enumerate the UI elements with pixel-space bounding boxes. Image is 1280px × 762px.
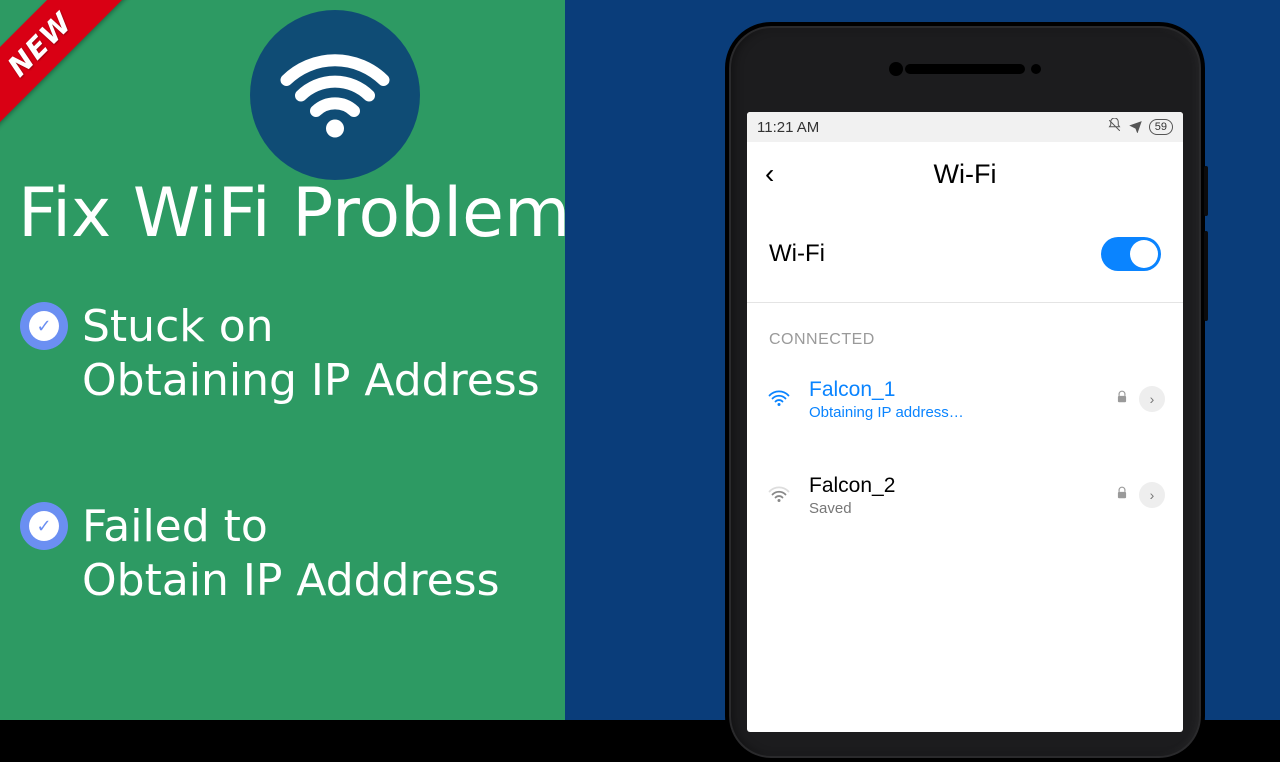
network-name: Falcon_1 bbox=[809, 377, 1099, 402]
sensor-icon bbox=[1031, 64, 1041, 74]
battery-indicator: 59 bbox=[1149, 119, 1173, 135]
mute-icon bbox=[1107, 118, 1122, 136]
airplane-icon bbox=[1128, 118, 1143, 136]
camera-icon bbox=[889, 62, 903, 76]
phone-screen: 11:21 AM 59 ‹ Wi-Fi Wi-Fi CONNECTED bbox=[747, 112, 1183, 732]
phone-side-button bbox=[1204, 231, 1208, 321]
network-row[interactable]: Falcon_1 Obtaining IP address… › bbox=[747, 363, 1183, 435]
bullet-item: ✓ Stuck on Obtaining IP Address bbox=[20, 300, 540, 407]
check-icon: ✓ bbox=[20, 302, 68, 350]
check-icon: ✓ bbox=[20, 502, 68, 550]
back-button[interactable]: ‹ bbox=[765, 160, 774, 188]
speaker bbox=[905, 64, 1025, 74]
phone-top bbox=[729, 26, 1201, 112]
lock-icon bbox=[1115, 486, 1129, 505]
detail-button[interactable]: › bbox=[1139, 482, 1165, 508]
bullet-item: ✓ Failed to Obtain IP Adddress bbox=[20, 500, 500, 607]
section-label: CONNECTED bbox=[747, 303, 1183, 363]
wifi-toggle[interactable] bbox=[1101, 237, 1161, 271]
heading: Fix WiFi Problem bbox=[18, 180, 570, 248]
wifi-icon bbox=[250, 10, 420, 180]
phone-frame: 11:21 AM 59 ‹ Wi-Fi Wi-Fi CONNECTED bbox=[725, 22, 1205, 762]
wifi-signal-icon bbox=[765, 387, 793, 411]
wifi-signal-icon bbox=[765, 483, 793, 507]
wifi-toggle-label: Wi-Fi bbox=[769, 240, 825, 268]
wifi-toggle-row: Wi-Fi bbox=[747, 206, 1183, 302]
detail-button[interactable]: › bbox=[1139, 386, 1165, 412]
network-name: Falcon_2 bbox=[809, 473, 1099, 498]
status-time: 11:21 AM bbox=[757, 119, 819, 136]
network-row[interactable]: Falcon_2 Saved › bbox=[747, 459, 1183, 531]
bullet-text: Failed to Obtain IP Adddress bbox=[82, 500, 500, 607]
bullet-text: Stuck on Obtaining IP Address bbox=[82, 300, 540, 407]
network-status: Saved bbox=[809, 500, 1099, 517]
titlebar: ‹ Wi-Fi bbox=[747, 142, 1183, 206]
lock-icon bbox=[1115, 390, 1129, 409]
page-title: Wi-Fi bbox=[934, 159, 997, 190]
phone-side-button bbox=[1204, 166, 1208, 216]
network-status: Obtaining IP address… bbox=[809, 404, 1099, 421]
status-bar: 11:21 AM 59 bbox=[747, 112, 1183, 142]
